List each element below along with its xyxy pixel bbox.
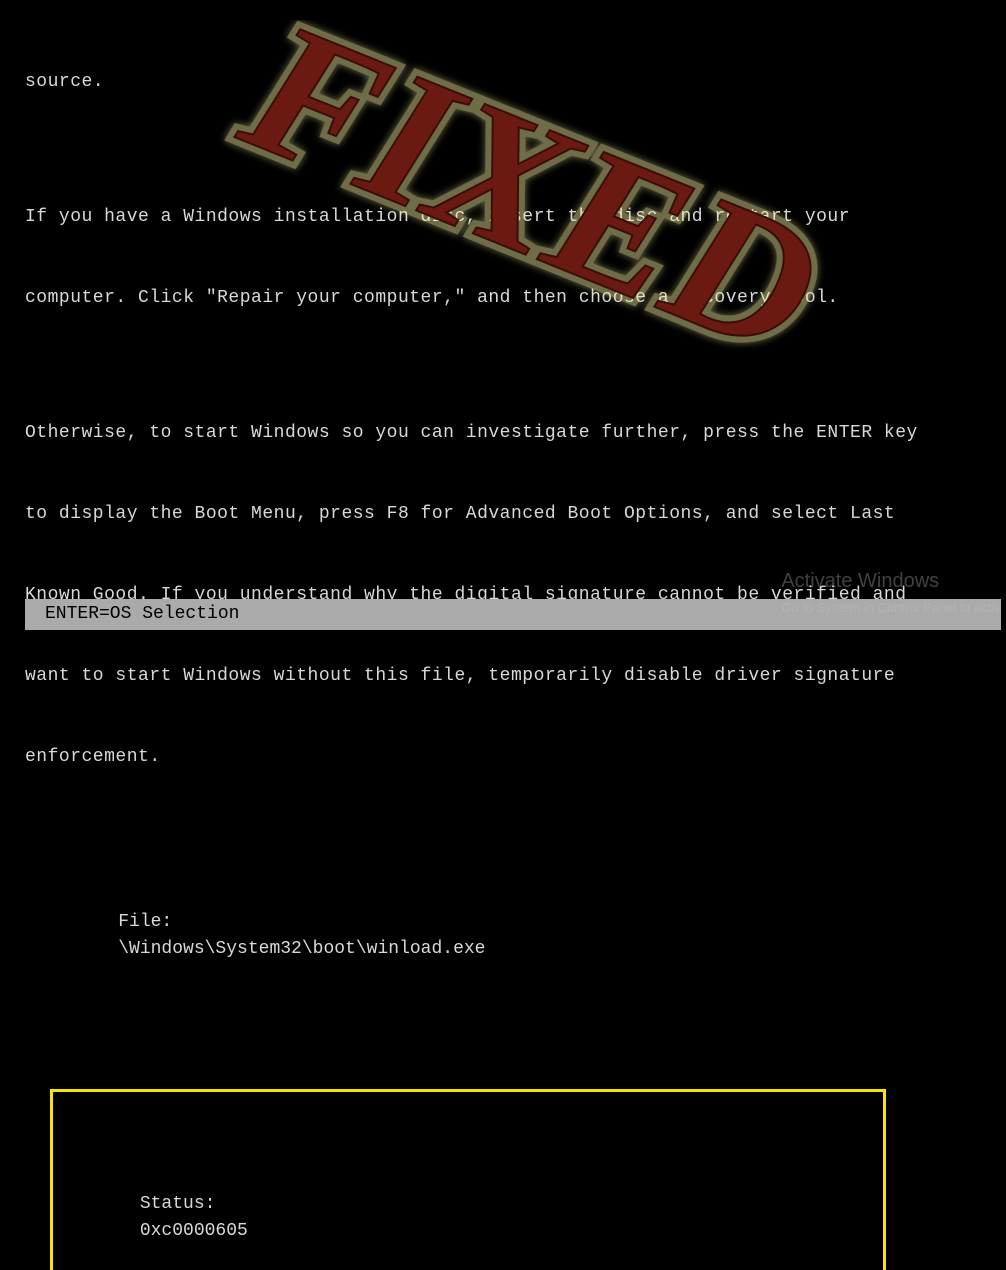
paragraph-2-line-5: enforcement. — [25, 744, 981, 771]
paragraph-2-line-4: want to start Windows without this file,… — [25, 663, 981, 690]
status-value: 0xc0000605 — [140, 1221, 248, 1241]
file-label: File: — [118, 912, 172, 932]
paragraph-2-line-2: to display the Boot Menu, press F8 for A… — [25, 501, 981, 528]
boot-error-screen: source. If you have a Windows installati… — [0, 0, 1006, 1270]
footer-hint-bar[interactable]: ENTER=OS Selection — [25, 599, 1001, 630]
error-details-box: Status: 0xc0000605 Info: A component of … — [50, 1089, 886, 1270]
source-line: source. — [25, 69, 981, 96]
paragraph-1-line-2: computer. Click "Repair your computer," … — [25, 285, 981, 312]
paragraph-2-line-1: Otherwise, to start Windows so you can i… — [25, 420, 981, 447]
status-label: Status: — [140, 1194, 216, 1214]
file-field: File: \Windows\System32\boot\winload.exe — [75, 882, 981, 990]
status-field: Status: 0xc0000605 — [75, 1164, 861, 1270]
file-value: \Windows\System32\boot\winload.exe — [118, 939, 485, 959]
paragraph-1-line-1: If you have a Windows installation disc,… — [25, 204, 981, 231]
footer-hint-text: ENTER=OS Selection — [45, 604, 239, 624]
